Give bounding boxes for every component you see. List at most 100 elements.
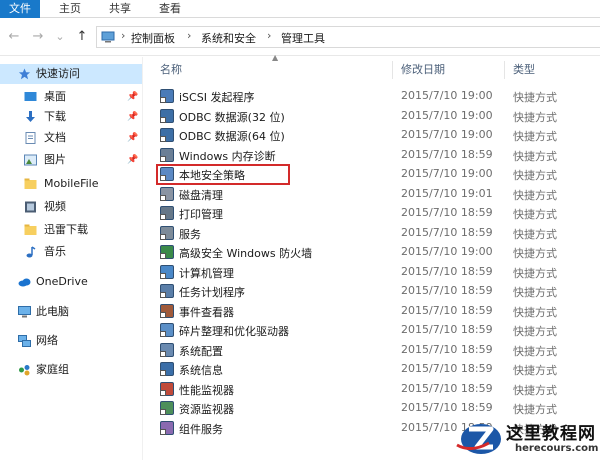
shortcut-arrow-icon	[160, 311, 166, 318]
sidebar-item-documents[interactable]: 文档 📌	[0, 128, 142, 148]
sidebar-item-label: 网络	[36, 334, 58, 347]
file-date: 2015/7/10 19:00	[401, 128, 493, 141]
file-name: ODBC 数据源(64 位)	[179, 130, 285, 143]
file-date: 2015/7/10 18:59	[401, 264, 493, 278]
tab-share[interactable]: 共享	[102, 0, 138, 18]
file-date: 2015/7/10 18:59	[401, 342, 493, 356]
shortcut-arrow-icon	[160, 155, 166, 162]
tab-file[interactable]: 文件	[0, 0, 40, 18]
sidebar-item-music[interactable]: 音乐	[0, 242, 142, 262]
column-divider[interactable]	[504, 61, 505, 79]
breadcrumb-separator: ›	[187, 29, 192, 42]
forward-button[interactable]: →	[30, 28, 46, 46]
ribbon-tabs: 文件 主页 共享 查看	[0, 0, 600, 18]
breadcrumb-control-panel[interactable]: 控制面板	[131, 30, 175, 46]
breadcrumb-system-security[interactable]: 系统和安全	[201, 30, 256, 46]
column-header-date[interactable]: 修改日期	[401, 61, 445, 77]
pin-icon[interactable]: 📌	[127, 128, 138, 148]
file-row[interactable]: 碎片整理和优化驱动器 2015/7/10 18:59 快捷方式	[150, 320, 600, 340]
file-row[interactable]: 服务 2015/7/10 18:59 快捷方式	[150, 223, 600, 243]
sidebar-item-videos[interactable]: 视频	[0, 197, 142, 217]
file-type: 快捷方式	[513, 383, 557, 397]
desktop-icon	[24, 92, 37, 101]
column-header-type[interactable]: 类型	[513, 61, 535, 77]
sidebar-item-downloads[interactable]: 下载 📌	[0, 107, 142, 127]
file-row[interactable]: 任务计划程序 2015/7/10 18:59 快捷方式	[150, 281, 600, 301]
address-bar[interactable]: › 控制面板 › 系统和安全 › 管理工具	[96, 26, 600, 48]
file-row[interactable]: 本地安全策略 2015/7/10 19:00 快捷方式	[150, 164, 600, 185]
up-button[interactable]: ↑	[74, 28, 90, 46]
file-name: 任务计划程序	[179, 286, 245, 299]
file-row[interactable]: 高级安全 Windows 防火墙 2015/7/10 19:00 快捷方式	[150, 242, 600, 262]
shortcut-arrow-icon	[160, 136, 166, 142]
file-row[interactable]: 事件查看器 2015/7/10 18:59 快捷方式	[150, 301, 600, 321]
file-row[interactable]: 资源监视器 2015/7/10 18:59 快捷方式	[150, 398, 600, 418]
file-row[interactable]: 系统配置 2015/7/10 18:59 快捷方式	[150, 340, 600, 360]
file-name: 系统配置	[179, 344, 223, 358]
file-type: 快捷方式	[513, 403, 557, 416]
sidebar-item-label: 图片	[44, 153, 66, 166]
picture-icon	[24, 154, 37, 166]
file-date: 2015/7/10 19:01	[401, 186, 493, 200]
sidebar-item-desktop[interactable]: 桌面 📌	[0, 87, 142, 107]
shortcut-arrow-icon	[160, 409, 166, 415]
file-name: 性能监视器	[179, 383, 234, 397]
file-row[interactable]: ODBC 数据源(32 位) 2015/7/10 19:00 快捷方式	[150, 106, 600, 126]
file-date: 2015/7/10 18:59	[401, 303, 493, 317]
file-row[interactable]: ODBC 数据源(64 位) 2015/7/10 19:00 快捷方式	[150, 125, 600, 145]
sidebar-item-onedrive[interactable]: OneDrive	[0, 272, 142, 292]
tab-view[interactable]: 查看	[152, 0, 188, 18]
file-name: ODBC 数据源(32 位)	[179, 110, 285, 124]
sidebar-item-homegroup[interactable]: 家庭组	[0, 360, 142, 380]
sidebar-item-quick-access[interactable]: 快速访问	[0, 64, 142, 84]
file-date: 2015/7/10 19:00	[401, 245, 493, 258]
pin-icon[interactable]: 📌	[127, 87, 138, 107]
shortcut-arrow-icon	[160, 175, 166, 181]
sidebar-item-network[interactable]: 网络	[0, 331, 142, 351]
sort-ascending-icon: ▲	[272, 53, 279, 62]
shortcut-arrow-icon	[160, 272, 166, 279]
shortcut-arrow-icon	[160, 194, 166, 201]
pin-icon[interactable]: 📌	[127, 150, 138, 170]
file-row[interactable]: 磁盘清理 2015/7/10 19:01 快捷方式	[150, 184, 600, 204]
file-row[interactable]: 性能监视器 2015/7/10 18:59 快捷方式	[150, 379, 600, 399]
pane-divider[interactable]	[142, 57, 143, 460]
column-header-name[interactable]: 名称	[160, 61, 182, 77]
file-row[interactable]: Windows 内存诊断 2015/7/10 18:59 快捷方式	[150, 145, 600, 165]
file-row[interactable]: 打印管理 2015/7/10 18:59 快捷方式	[150, 203, 600, 223]
tab-home[interactable]: 主页	[52, 0, 88, 18]
back-button[interactable]: ←	[6, 28, 22, 46]
recent-locations-button[interactable]: ⌄	[52, 28, 68, 46]
file-name: iSCSI 发起程序	[179, 91, 255, 104]
control-panel-icon	[101, 31, 115, 43]
navigation-pane: 快速访问 桌面 📌 下载 📌 文档 📌 图片 📌 MobileFile 视频 迅…	[0, 57, 142, 460]
column-divider[interactable]	[392, 61, 393, 79]
file-type: 快捷方式	[513, 208, 557, 221]
file-row[interactable]: iSCSI 发起程序 2015/7/10 19:00 快捷方式	[150, 86, 600, 106]
file-name: 本地安全策略	[179, 169, 245, 182]
file-date: 2015/7/10 19:00	[401, 89, 493, 102]
file-date: 2015/7/10 18:59	[401, 401, 493, 414]
music-icon	[26, 246, 36, 258]
sidebar-item-xunlei[interactable]: 迅雷下载	[0, 220, 142, 240]
sidebar-item-pictures[interactable]: 图片 📌	[0, 150, 142, 170]
sidebar-item-mobilefile[interactable]: MobileFile	[0, 174, 142, 194]
file-row[interactable]: 计算机管理 2015/7/10 18:59 快捷方式	[150, 262, 600, 282]
sidebar-item-this-pc[interactable]: 此电脑	[0, 302, 142, 322]
breadcrumb-admin-tools[interactable]: 管理工具	[281, 30, 325, 46]
sidebar-item-label: 音乐	[44, 245, 66, 258]
pin-icon[interactable]: 📌	[127, 107, 138, 127]
shortcut-arrow-icon	[160, 428, 166, 435]
file-date: 2015/7/10 18:59	[401, 362, 493, 375]
navigation-bar: ← → ⌄ ↑ › 控制面板 › 系统和安全 › 管理工具	[0, 18, 600, 56]
file-date: 2015/7/10 19:00	[401, 167, 493, 180]
file-type: 快捷方式	[513, 344, 557, 358]
file-row[interactable]: 系统信息 2015/7/10 18:59 快捷方式	[150, 359, 600, 379]
file-type: 快捷方式	[513, 266, 557, 280]
file-name: 系统信息	[179, 364, 223, 377]
file-date: 2015/7/10 19:00	[401, 108, 493, 122]
homegroup-icon	[19, 365, 30, 376]
file-type: 快捷方式	[513, 188, 557, 202]
folder-icon	[24, 178, 37, 189]
shortcut-arrow-icon	[160, 233, 166, 240]
